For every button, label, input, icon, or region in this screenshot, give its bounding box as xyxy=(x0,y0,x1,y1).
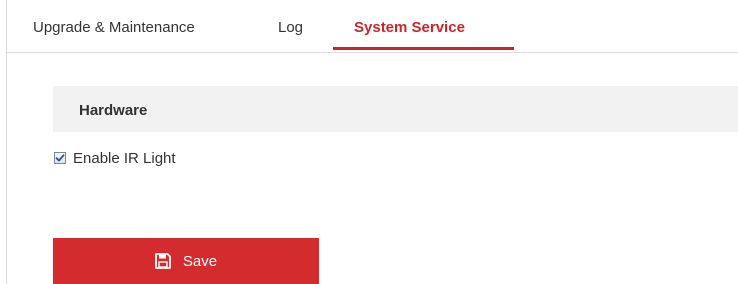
enable-ir-light-label: Enable IR Light xyxy=(73,149,176,167)
section-title: Hardware xyxy=(79,102,148,119)
tab-system-service[interactable]: System Service xyxy=(354,19,465,36)
active-tab-indicator xyxy=(333,47,514,50)
tab-bar: Upgrade & Maintenance Log System Service xyxy=(7,0,738,53)
save-button[interactable]: Save xyxy=(53,238,319,284)
system-service-page: Upgrade & Maintenance Log System Service… xyxy=(0,0,738,284)
tab-upgrade-maintenance[interactable]: Upgrade & Maintenance xyxy=(33,19,195,36)
floppy-disk-icon xyxy=(154,253,171,269)
enable-ir-light-option[interactable]: Enable IR Light xyxy=(54,149,176,167)
tab-log[interactable]: Log xyxy=(278,19,303,36)
hardware-section-header: Hardware xyxy=(53,86,738,132)
checkmark-icon xyxy=(55,154,65,162)
enable-ir-light-checkbox[interactable] xyxy=(54,152,66,164)
save-button-label: Save xyxy=(182,252,218,270)
